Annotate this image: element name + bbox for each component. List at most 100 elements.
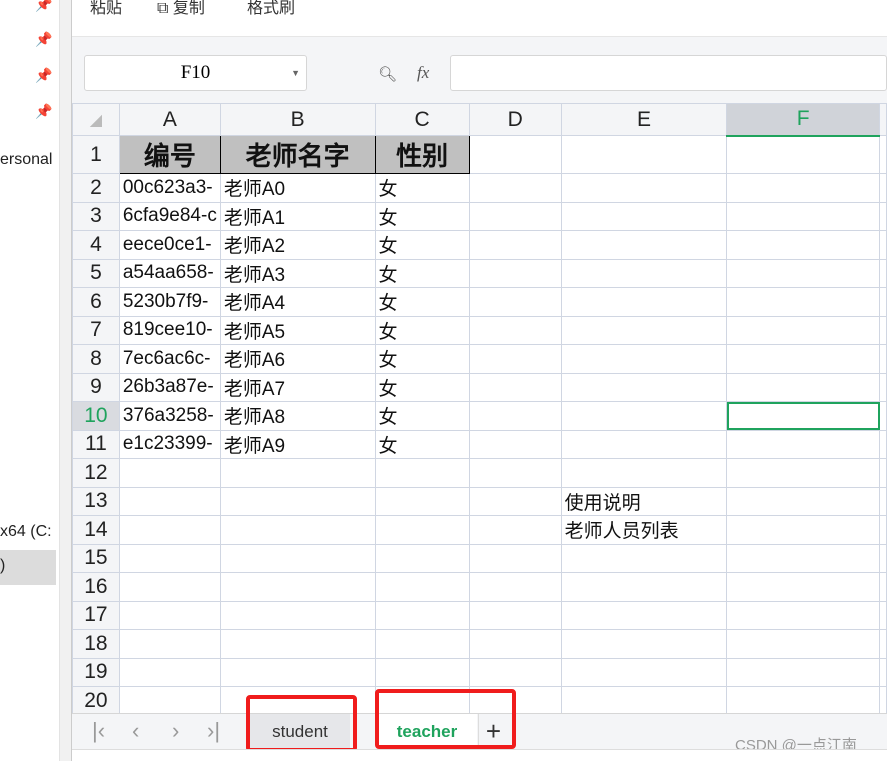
cell[interactable]	[468, 135, 562, 174]
cell[interactable]: 女	[374, 372, 470, 402]
cell[interactable]: eece0ce1-	[118, 230, 221, 260]
cell[interactable]	[726, 572, 880, 602]
cell[interactable]	[374, 657, 470, 687]
cell[interactable]	[726, 344, 880, 374]
cell[interactable]	[560, 458, 728, 488]
cell[interactable]: 老师A2	[219, 230, 376, 260]
cell[interactable]	[560, 173, 728, 203]
cell[interactable]	[560, 543, 728, 573]
cell[interactable]: 女	[374, 429, 470, 459]
cell[interactable]	[560, 686, 728, 716]
cell[interactable]: 00c623a3-	[118, 173, 221, 203]
row-header[interactable]: 6	[72, 287, 120, 317]
row-header[interactable]: 8	[72, 344, 120, 374]
cell[interactable]	[879, 372, 887, 402]
column-header[interactable]: A	[118, 103, 221, 136]
row-header[interactable]: 15	[72, 543, 120, 573]
sidebar-item-selected[interactable]: )	[0, 550, 56, 585]
cell[interactable]	[879, 543, 887, 573]
cell[interactable]: 女	[374, 173, 470, 203]
row-header[interactable]: 18	[72, 629, 120, 659]
cell[interactable]	[879, 258, 887, 288]
cell[interactable]	[118, 572, 221, 602]
cell[interactable]: 女	[374, 287, 470, 317]
format-painter-button[interactable]: 格式刷	[247, 0, 295, 18]
cell[interactable]	[468, 287, 562, 317]
cell[interactable]: 老师A4	[219, 287, 376, 317]
cell[interactable]	[560, 429, 728, 459]
row-header[interactable]: 11	[72, 429, 120, 459]
cell[interactable]	[879, 230, 887, 260]
cell[interactable]	[118, 657, 221, 687]
cell[interactable]	[219, 657, 376, 687]
row-header[interactable]: 20	[72, 686, 120, 716]
cell[interactable]	[726, 458, 880, 488]
cell[interactable]	[468, 543, 562, 573]
cell[interactable]	[726, 486, 880, 516]
cell[interactable]	[219, 515, 376, 545]
cell[interactable]	[374, 543, 470, 573]
cell[interactable]: 女	[374, 258, 470, 288]
cell[interactable]	[219, 543, 376, 573]
cell[interactable]: 7ec6ac6c-	[118, 344, 221, 374]
cell[interactable]	[219, 629, 376, 659]
cell[interactable]	[468, 401, 562, 431]
cell[interactable]	[726, 315, 880, 345]
cell[interactable]	[118, 600, 221, 630]
column-header[interactable]: F	[726, 103, 880, 137]
row-header[interactable]: 17	[72, 600, 120, 630]
cell[interactable]	[468, 600, 562, 630]
cell[interactable]	[118, 543, 221, 573]
cell[interactable]	[726, 135, 880, 174]
cell[interactable]	[726, 173, 880, 203]
cell[interactable]	[726, 515, 880, 545]
cell[interactable]	[468, 515, 562, 545]
cell[interactable]	[879, 515, 887, 545]
cell[interactable]: 老师A9	[219, 429, 376, 459]
sidebar-item[interactable]: x64 (C:	[0, 523, 56, 541]
cell[interactable]	[726, 372, 880, 402]
last-sheet-icon[interactable]: ›|	[207, 718, 220, 744]
row-header[interactable]: 9	[72, 372, 120, 402]
cell[interactable]: 性别	[374, 135, 470, 174]
paste-button[interactable]: 粘贴	[90, 0, 122, 18]
row-header[interactable]: 16	[72, 572, 120, 602]
cell[interactable]: 老师A6	[219, 344, 376, 374]
cell[interactable]	[468, 657, 562, 687]
cell[interactable]	[468, 344, 562, 374]
cell[interactable]	[468, 230, 562, 260]
cell[interactable]	[468, 458, 562, 488]
cell[interactable]	[560, 629, 728, 659]
cell[interactable]	[374, 458, 470, 488]
cell[interactable]: 老师A5	[219, 315, 376, 345]
cell[interactable]	[468, 429, 562, 459]
row-header[interactable]: 7	[72, 315, 120, 345]
cell[interactable]: 6cfa9e84-c	[118, 201, 221, 231]
cell[interactable]: 老师A1	[219, 201, 376, 231]
cell[interactable]	[118, 629, 221, 659]
cell[interactable]: a54aa658-	[118, 258, 221, 288]
cell[interactable]: 女	[374, 315, 470, 345]
cell[interactable]	[468, 486, 562, 516]
chevron-down-icon[interactable]: ▼	[291, 56, 300, 90]
row-header[interactable]: 1	[72, 135, 120, 174]
cell[interactable]: 女	[374, 344, 470, 374]
cell[interactable]	[219, 458, 376, 488]
cell[interactable]	[726, 686, 880, 716]
cell[interactable]: 老师名字	[219, 135, 376, 174]
cell[interactable]: 使用说明	[560, 486, 728, 516]
pin-icon[interactable]: 📌	[35, 67, 52, 84]
cell[interactable]	[879, 135, 887, 174]
cell[interactable]	[560, 258, 728, 288]
cell[interactable]	[879, 486, 887, 516]
cell[interactable]: 26b3a87e-	[118, 372, 221, 402]
fx-icon[interactable]: fx	[417, 63, 429, 83]
cell[interactable]	[468, 572, 562, 602]
row-header[interactable]: 2	[72, 173, 120, 203]
cell[interactable]	[560, 572, 728, 602]
cell[interactable]	[560, 344, 728, 374]
cell[interactable]	[468, 629, 562, 659]
cell[interactable]	[879, 429, 887, 459]
row-header[interactable]: 13	[72, 486, 120, 516]
cell[interactable]	[219, 486, 376, 516]
